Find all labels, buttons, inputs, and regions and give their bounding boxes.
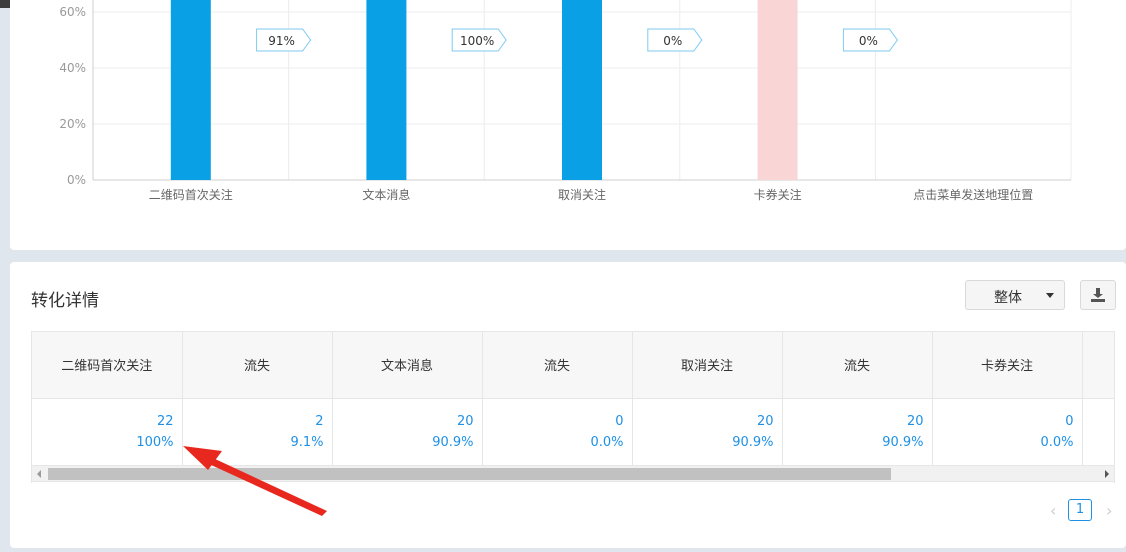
download-icon — [1091, 288, 1105, 302]
y-tick-label: 60% — [59, 5, 86, 19]
cell-value: 20 — [756, 413, 774, 429]
cell-percent: 90.9% — [432, 434, 474, 450]
cell-value: 0 — [1065, 413, 1074, 429]
cell-percent: 100% — [136, 434, 174, 450]
x-tick-label: 二维码首次关注 — [149, 187, 233, 202]
cell-percent: 9.1% — [290, 434, 324, 450]
cell-value: 20 — [456, 413, 474, 429]
rate-label: 91% — [268, 34, 295, 48]
table-header-cell: 卡券关注 — [932, 332, 1083, 399]
table-cell: 20 90.9% — [782, 398, 933, 465]
cell-percent: 90.9% — [732, 434, 774, 450]
table-header-cell: 流失 — [782, 332, 933, 399]
table-header-row: 二维码首次关注 流失 文本消息 流失 取消关注 流失 卡券关注 — [32, 332, 1114, 399]
scope-select-label: 整体 — [994, 290, 1022, 306]
x-tick-label: 卡券关注 — [754, 187, 802, 202]
bar — [366, 0, 407, 180]
table-header-cell: 二维码首次关注 — [32, 332, 183, 399]
cell-value: 0 — [615, 413, 624, 429]
cell-value: 22 — [156, 413, 174, 429]
table-header-cell: 流失 — [182, 332, 333, 399]
bar — [562, 0, 602, 180]
rate-label: 0% — [859, 34, 878, 48]
scroll-right-icon[interactable] — [1105, 470, 1109, 478]
table-cell: 0 0.0% — [482, 398, 633, 465]
table-header-cell: 取消关注 — [632, 332, 783, 399]
table-cell: 22 100% — [32, 398, 183, 465]
funnel-bar-chart: 0% 20% 40% 60% 二维码首次关注 文本消息 取消关注 卡券关注 点击菜单发送地理位置… — [59, 0, 1072, 202]
table-header-cell: 流失 — [482, 332, 633, 399]
bar — [757, 0, 798, 180]
scope-select-dropdown[interactable]: 整体 — [965, 280, 1065, 310]
prev-page-icon[interactable]: ‹ — [1050, 501, 1056, 520]
y-tick-label: 40% — [59, 61, 86, 75]
caret-down-icon — [1046, 293, 1054, 298]
next-page-icon[interactable]: › — [1106, 501, 1112, 520]
rate-label: 100% — [460, 34, 494, 48]
rate-label: 0% — [663, 34, 682, 48]
conversion-table: 二维码首次关注 流失 文本消息 流失 取消关注 流失 卡券关注 22 100% 2… — [31, 331, 1115, 483]
table-cell: 20 90.9% — [632, 398, 783, 465]
table-cell: 0 0.0% — [932, 398, 1083, 465]
table-row: 22 100% 2 9.1% 20 90.9% 0 0.0% 20 90.9% 20 90.… — [32, 398, 1114, 465]
table-cell: 2 9.1% — [182, 398, 333, 465]
cell-percent: 90.9% — [882, 434, 924, 450]
scrollbar-thumb[interactable] — [48, 468, 891, 480]
cell-value: 2 — [315, 413, 324, 429]
cell-percent: 0.0% — [590, 434, 624, 450]
table-cell: 20 90.9% — [332, 398, 483, 465]
y-tick-label: 0% — [67, 173, 86, 187]
x-tick-label: 点击菜单发送地理位置 — [913, 187, 1033, 202]
x-tick-label: 取消关注 — [558, 187, 606, 202]
table-cell — [1082, 398, 1114, 465]
card-title: 转化详情 — [31, 291, 99, 311]
table-header-cell: 文本消息 — [332, 332, 483, 399]
bar — [170, 0, 211, 180]
cell-percent: 0.0% — [1040, 434, 1074, 450]
cell-value: 20 — [906, 413, 924, 429]
horizontal-scrollbar[interactable] — [31, 465, 1115, 482]
conversion-detail-card: 转化详情 整体 二维码首次关注 流失 文本消息 流失 取消关注 流失 卡券关注 — [10, 262, 1126, 548]
download-button[interactable] — [1080, 280, 1116, 310]
table-header-cell — [1082, 332, 1114, 399]
x-tick-label: 文本消息 — [362, 187, 410, 202]
scroll-left-icon[interactable] — [37, 470, 41, 478]
page-number-button[interactable]: 1 — [1068, 499, 1092, 521]
y-tick-label: 20% — [59, 117, 86, 131]
